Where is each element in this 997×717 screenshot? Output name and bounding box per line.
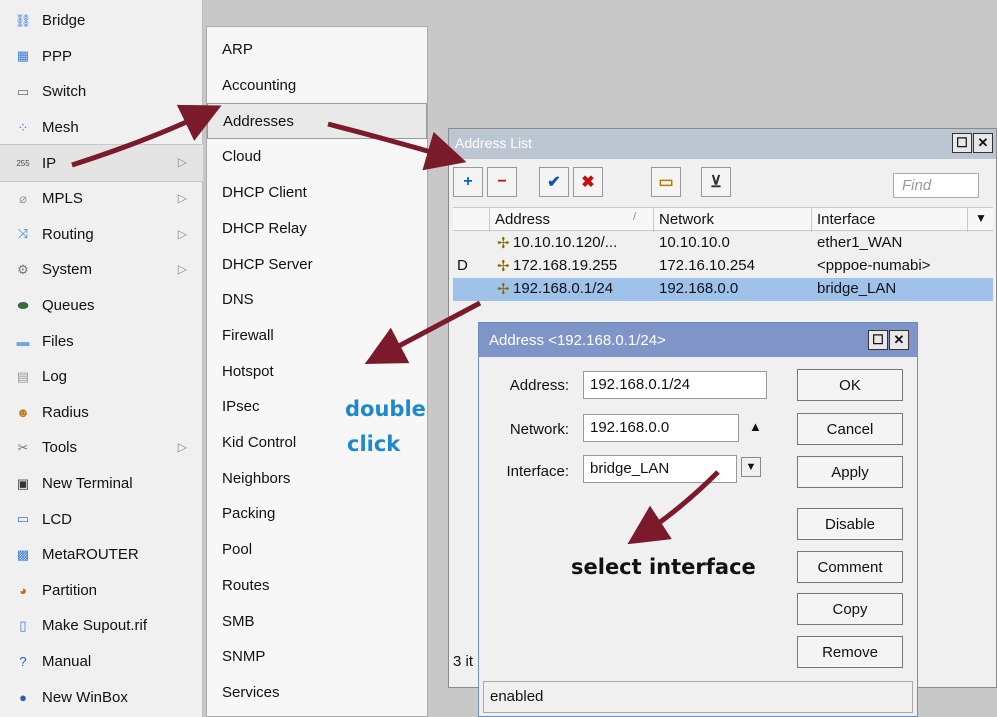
double-click-annotation-line2: click (347, 432, 401, 456)
arrow-double-click (364, 300, 482, 364)
arrow-select-interface (627, 470, 720, 545)
arrow-ip-to-addresses (71, 104, 222, 168)
double-click-annotation-line1: double (345, 397, 426, 421)
annotation-arrows (71, 104, 720, 545)
select-interface-annotation: select interface (571, 555, 756, 579)
arrow-addresses-to-list (327, 121, 467, 171)
